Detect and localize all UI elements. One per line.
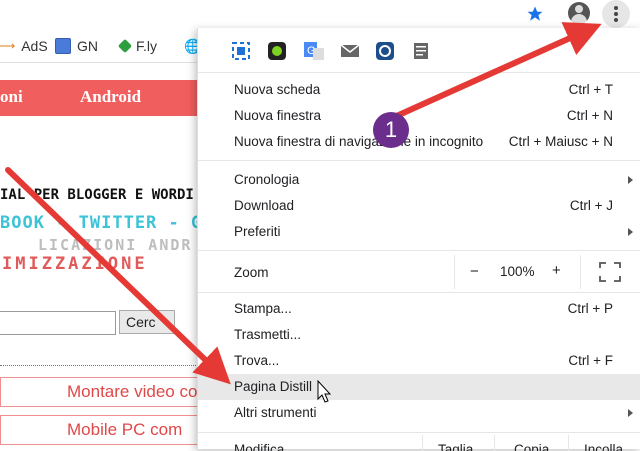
mouse-cursor-icon	[317, 379, 332, 403]
annotation-overlay	[5, 22, 602, 403]
annotation-arrow-to-distill	[5, 167, 231, 385]
annotation-arrow-to-menu	[389, 22, 602, 121]
step-badge: 1	[373, 112, 409, 148]
